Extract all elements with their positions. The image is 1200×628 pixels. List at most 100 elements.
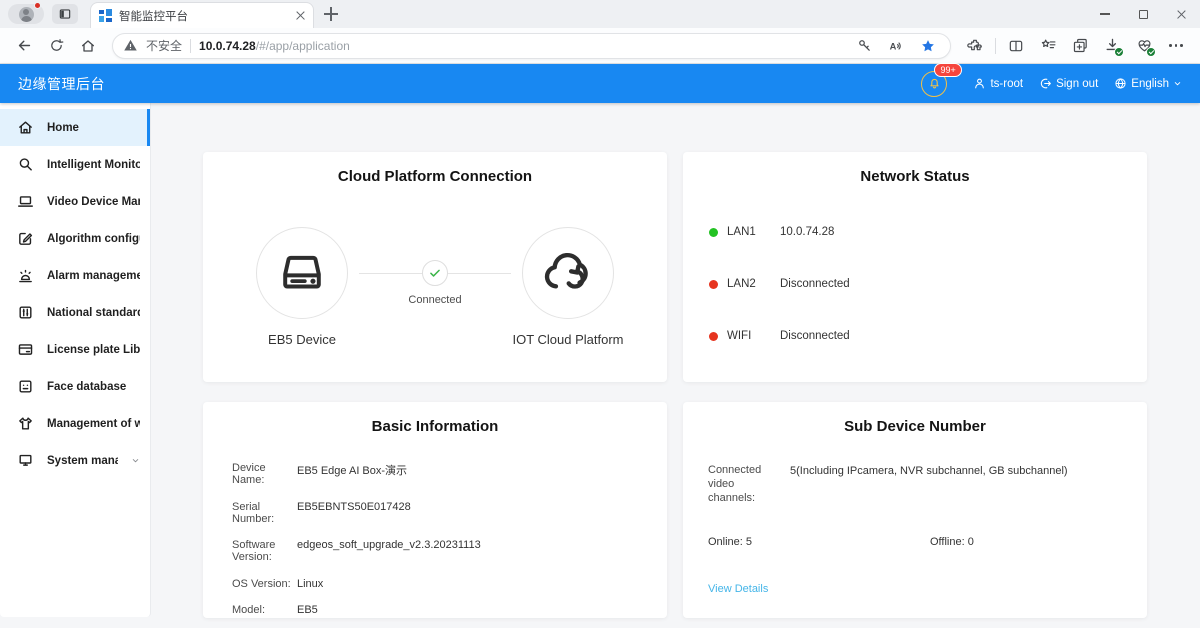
url-host: 10.0.74.28 xyxy=(199,39,256,53)
info-value: Linux xyxy=(297,578,323,590)
connection-diagram: EB5 Device Connected IOT Cloud Platform xyxy=(203,227,667,347)
sidebar-item-system-manage[interactable]: System manage... xyxy=(0,442,150,479)
window-minimize-button[interactable] xyxy=(1086,0,1124,28)
notifications-button[interactable]: 99+ xyxy=(921,71,947,97)
device-node: EB5 Device xyxy=(227,227,377,347)
info-label: Device Name: xyxy=(232,462,297,486)
back-icon xyxy=(16,37,33,54)
sidebar-item-label: Intelligent Monitor St... xyxy=(47,159,140,171)
downloads-button[interactable] xyxy=(1098,32,1126,60)
more-icon xyxy=(1169,44,1182,47)
split-screen-button[interactable] xyxy=(1002,32,1030,60)
window-maximize-button[interactable] xyxy=(1124,0,1162,28)
collections-button[interactable] xyxy=(1066,32,1094,60)
info-row-software-version: Software Version: edgeos_soft_upgrade_v2… xyxy=(232,539,667,563)
app-title: 边缘管理后台 xyxy=(18,74,105,94)
sidebar-item-license-plate[interactable]: License plate Library xyxy=(0,331,150,368)
platform-node: IOT Cloud Platform xyxy=(493,227,643,347)
sign-out-button[interactable]: Sign out xyxy=(1039,77,1098,90)
browser-toolbar: 不安全 10.0.74.28/#/app/application A xyxy=(0,28,1200,64)
refresh-button[interactable] xyxy=(42,32,70,60)
browser-essentials-button[interactable] xyxy=(1130,32,1158,60)
sidebar-item-intelligent-monitor[interactable]: Intelligent Monitor St... xyxy=(0,146,150,183)
computer-icon xyxy=(17,452,34,469)
download-success-badge xyxy=(1114,47,1124,57)
card-icon xyxy=(17,341,34,358)
alarm-siren-icon xyxy=(17,267,34,284)
address-separator xyxy=(190,39,191,53)
interface-name: LAN1 xyxy=(727,226,780,238)
browser-profile-button[interactable] xyxy=(8,4,44,24)
edit-square-icon xyxy=(17,230,34,247)
sidebar-item-label: National standard cas... xyxy=(47,307,140,319)
sidebar-item-workwear[interactable]: Management of work ... xyxy=(0,405,150,442)
sidebar-item-label: Video Device Manage xyxy=(47,196,140,208)
sidebar-item-national-standard[interactable]: National standard cas... xyxy=(0,294,150,331)
view-details-link[interactable]: View Details xyxy=(708,583,768,595)
minimize-icon xyxy=(1100,13,1110,14)
channels-row: Connected video channels: 5(Including IP… xyxy=(708,463,1147,505)
tab-close-icon[interactable] xyxy=(296,11,305,20)
extensions-button[interactable] xyxy=(961,32,989,60)
network-rows: LAN1 10.0.74.28 LAN2 Disconnected WIFI D… xyxy=(709,225,1147,343)
connection-status-label: Connected xyxy=(408,294,461,306)
sidebar-item-video-device[interactable]: Video Device Manage xyxy=(0,183,150,220)
tab-title: 智能监控平台 xyxy=(119,8,289,24)
info-row-serial-number: Serial Number: EB5EBNTS50E017428 xyxy=(232,501,667,525)
user-menu[interactable]: ts-root xyxy=(973,77,1023,90)
info-label: Serial Number: xyxy=(232,501,297,525)
username: ts-root xyxy=(990,78,1023,90)
sliders-icon xyxy=(17,304,34,321)
laptop-icon xyxy=(17,193,34,210)
card-network-status: Network Status LAN1 10.0.74.28 LAN2 Disc… xyxy=(683,152,1147,382)
network-row-wifi: WIFI Disconnected xyxy=(709,329,1147,343)
favorite-star-icon[interactable] xyxy=(916,34,940,58)
browser-menu-button[interactable] xyxy=(1162,32,1190,60)
maximize-icon xyxy=(1139,10,1148,19)
submenu-chevron-icon xyxy=(131,456,140,465)
back-button[interactable] xyxy=(10,32,38,60)
channels-label: Connected video channels: xyxy=(708,463,783,505)
not-secure-label: 不安全 xyxy=(146,37,182,54)
language-selector[interactable]: English xyxy=(1114,77,1182,90)
sidebar-item-label: License plate Library xyxy=(47,344,140,356)
card-title: Sub Device Number xyxy=(683,418,1147,435)
password-key-icon[interactable] xyxy=(852,34,876,58)
tab-workspaces-button[interactable] xyxy=(52,4,78,24)
not-secure-warning-icon xyxy=(123,38,138,53)
sidebar-item-face-database[interactable]: Face database xyxy=(0,368,150,405)
essentials-health-badge xyxy=(1146,47,1156,57)
read-aloud-icon[interactable]: A xyxy=(884,34,908,58)
sign-out-label: Sign out xyxy=(1056,78,1098,90)
header-right: 99+ ts-root Sign out English xyxy=(921,71,1182,97)
info-label: Software Version: xyxy=(232,539,297,563)
favorites-list-button[interactable] xyxy=(1034,32,1062,60)
profile-notification-dot xyxy=(34,2,41,9)
sidebar-item-algorithm-config[interactable]: Algorithm configurati... xyxy=(0,220,150,257)
online-count: Online: 5 xyxy=(708,536,930,548)
window-close-icon xyxy=(1177,10,1186,19)
language-label: English xyxy=(1131,78,1169,90)
cloud-sync-icon xyxy=(539,244,597,302)
browser-tab-active[interactable]: 智能监控平台 xyxy=(90,2,314,28)
connected-check-icon xyxy=(422,260,448,286)
globe-icon xyxy=(1114,77,1127,90)
face-icon xyxy=(17,378,34,395)
info-label: Model: xyxy=(232,604,297,616)
interface-value: Disconnected xyxy=(780,330,850,342)
favorites-list-icon xyxy=(1040,37,1057,54)
monitor-search-icon xyxy=(17,156,34,173)
interface-name: WIFI xyxy=(727,330,780,342)
card-title: Basic Information xyxy=(203,418,667,435)
new-tab-button[interactable] xyxy=(324,7,338,21)
sidebar-item-label: Algorithm configurati... xyxy=(47,233,140,245)
toolbar-separator xyxy=(995,38,996,54)
sidebar-item-home[interactable]: Home xyxy=(0,109,150,146)
window-controls xyxy=(1086,0,1200,28)
basic-info-rows: Device Name: EB5 Edge AI Box-演示 Serial N… xyxy=(232,462,667,618)
window-close-button[interactable] xyxy=(1162,0,1200,28)
sidebar-item-alarm-management[interactable]: Alarm management xyxy=(0,257,150,294)
browser-home-button[interactable] xyxy=(74,32,102,60)
address-bar[interactable]: 不安全 10.0.74.28/#/app/application A xyxy=(112,33,951,59)
sidebar-item-label: Home xyxy=(47,122,79,134)
